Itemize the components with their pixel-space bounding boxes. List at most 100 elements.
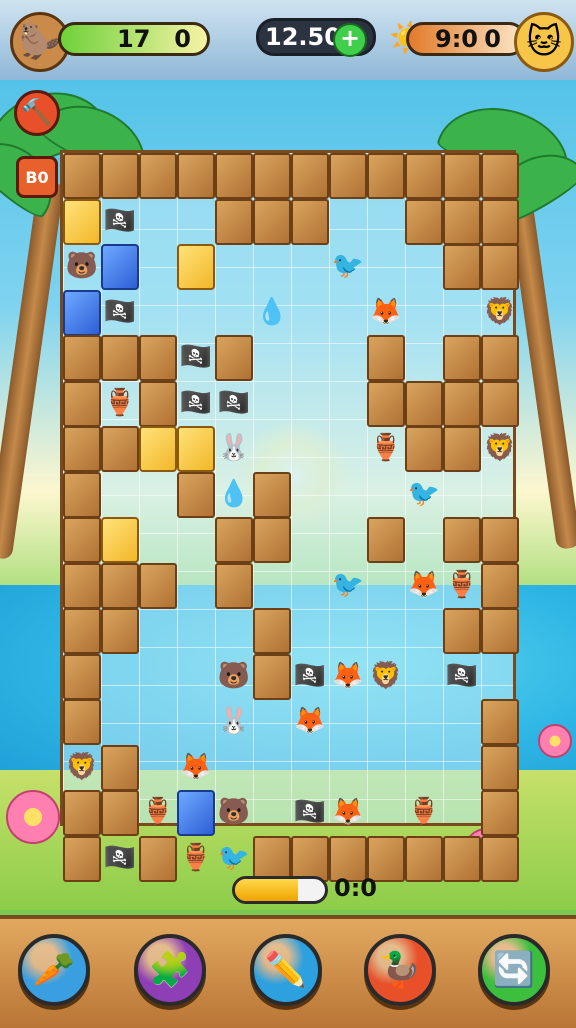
wood-block[interactable] xyxy=(405,153,443,199)
wood-block[interactable] xyxy=(101,790,139,836)
wood-block[interactable] xyxy=(443,835,481,882)
wood-block[interactable] xyxy=(253,198,291,245)
wood-block[interactable] xyxy=(177,153,215,199)
wood-block[interactable] xyxy=(291,835,329,882)
wood-block[interactable] xyxy=(215,335,253,381)
wood-block[interactable] xyxy=(481,517,519,563)
wood-block[interactable] xyxy=(329,153,367,199)
wood-block[interactable] xyxy=(63,653,101,700)
wood-block[interactable] xyxy=(63,471,101,518)
rocket-tool-button[interactable]: 🥕 xyxy=(18,934,90,1006)
bear-piece[interactable]: 🐻 xyxy=(63,244,101,288)
pot-piece[interactable]: 🏺 xyxy=(405,790,443,834)
wood-block[interactable] xyxy=(253,835,291,882)
wood-block[interactable] xyxy=(405,198,443,245)
wood-block[interactable] xyxy=(253,471,291,518)
gold-block[interactable] xyxy=(177,426,215,472)
wood-block[interactable] xyxy=(481,835,519,882)
pot-piece[interactable]: 🏺 xyxy=(101,381,139,425)
gold-block[interactable] xyxy=(63,198,101,245)
wood-block[interactable] xyxy=(481,153,519,199)
wood-block[interactable] xyxy=(253,608,291,654)
gold-block[interactable] xyxy=(177,244,215,290)
wood-block[interactable] xyxy=(481,699,519,745)
wood-block[interactable] xyxy=(63,335,101,381)
bear-piece[interactable]: 🐻 xyxy=(215,790,253,834)
bird-piece[interactable]: 🐦 xyxy=(329,563,367,607)
wood-block[interactable] xyxy=(215,198,253,245)
wood-block[interactable] xyxy=(63,562,101,609)
bird-piece[interactable]: 🐦 xyxy=(405,472,443,516)
bear-piece[interactable]: 🐻 xyxy=(215,654,253,698)
pot-piece[interactable]: 🏺 xyxy=(367,426,405,470)
wood-block[interactable] xyxy=(63,835,101,882)
wood-block[interactable] xyxy=(443,426,481,472)
rabbit-piece[interactable]: 🐰 xyxy=(215,699,253,743)
gold-block[interactable] xyxy=(101,517,139,563)
wood-block[interactable] xyxy=(405,380,443,427)
wood-block[interactable] xyxy=(367,335,405,381)
wood-block[interactable] xyxy=(139,153,177,199)
wood-block[interactable] xyxy=(253,153,291,199)
wood-block[interactable] xyxy=(101,562,139,609)
lion-piece[interactable]: 🦁 xyxy=(367,654,405,698)
wood-block[interactable] xyxy=(443,244,481,290)
wood-block[interactable] xyxy=(443,198,481,245)
pirate-piece[interactable]: 🏴‍☠️ xyxy=(177,381,215,425)
wood-block[interactable] xyxy=(367,380,405,427)
blob-piece[interactable]: 💧 xyxy=(215,472,253,516)
cat-avatar-icon[interactable]: 🐱 xyxy=(514,12,574,72)
wood-block[interactable] xyxy=(215,562,253,609)
wood-block[interactable] xyxy=(443,517,481,563)
wood-block[interactable] xyxy=(63,153,101,199)
pirate-piece[interactable]: 🏴‍☠️ xyxy=(101,836,139,880)
wood-block[interactable] xyxy=(63,699,101,745)
ice-block[interactable] xyxy=(177,790,215,836)
wood-block[interactable] xyxy=(291,153,329,199)
lion-piece[interactable]: 🦁 xyxy=(481,426,519,470)
pirate-piece[interactable]: 🏴‍☠️ xyxy=(177,335,215,379)
wood-block[interactable] xyxy=(405,835,443,882)
wood-block[interactable] xyxy=(443,608,481,654)
wood-block[interactable] xyxy=(481,608,519,654)
wood-block[interactable] xyxy=(291,198,329,245)
plus-icon[interactable]: + xyxy=(333,23,367,57)
wood-block[interactable] xyxy=(139,380,177,427)
fox-piece[interactable]: 🦊 xyxy=(329,790,367,834)
fox-piece[interactable]: 🦊 xyxy=(291,699,329,743)
pirate-piece[interactable]: 🏴‍☠️ xyxy=(215,381,253,425)
wood-block[interactable] xyxy=(139,335,177,381)
ice-block[interactable] xyxy=(63,289,101,336)
wood-block[interactable] xyxy=(367,517,405,563)
wood-block[interactable] xyxy=(253,653,291,700)
wood-block[interactable] xyxy=(63,380,101,427)
wood-block[interactable] xyxy=(481,380,519,427)
wood-block[interactable] xyxy=(101,426,139,472)
pirate-piece[interactable]: 🏴‍☠️ xyxy=(291,654,329,698)
wood-block[interactable] xyxy=(63,517,101,563)
ice-block[interactable] xyxy=(101,244,139,290)
pot-piece[interactable]: 🏺 xyxy=(443,563,481,607)
wood-block[interactable] xyxy=(63,790,101,836)
duck-tool-button[interactable]: 🦆 xyxy=(364,934,436,1006)
fox-piece[interactable]: 🦊 xyxy=(329,654,367,698)
wood-block[interactable] xyxy=(215,517,253,563)
wood-block[interactable] xyxy=(481,244,519,290)
wood-block[interactable] xyxy=(481,744,519,791)
wood-block[interactable] xyxy=(101,153,139,199)
pencil-tool-button[interactable]: ✏️ xyxy=(250,934,322,1006)
wood-block[interactable] xyxy=(215,153,253,199)
puzzle-tool-button[interactable]: 🧩 xyxy=(134,934,206,1006)
wood-block[interactable] xyxy=(443,380,481,427)
pirate-piece[interactable]: 🏴‍☠️ xyxy=(443,654,481,698)
wood-block[interactable] xyxy=(253,517,291,563)
hammer-icon[interactable]: 🔨 xyxy=(14,90,60,136)
wood-block[interactable] xyxy=(481,335,519,381)
pirate-piece[interactable]: 🏴‍☠️ xyxy=(101,290,139,334)
bird-piece[interactable]: 🐦 xyxy=(329,244,367,288)
wood-block[interactable] xyxy=(481,790,519,836)
game-board[interactable]: 🏴‍☠️ 🐻 🐦 🏴‍☠️ 💧 🦊 🦁 🏴‍☠️ 🏺 🏴‍☠️ 🏴‍☠️ 🐰 🏺 🦁 💧 🐦 🐦 🦊 🏺 🐻 🏴‍☠️ 🦊… xyxy=(60,150,519,882)
wood-block[interactable] xyxy=(63,426,101,472)
wood-block[interactable] xyxy=(367,153,405,199)
wood-block[interactable] xyxy=(481,198,519,245)
